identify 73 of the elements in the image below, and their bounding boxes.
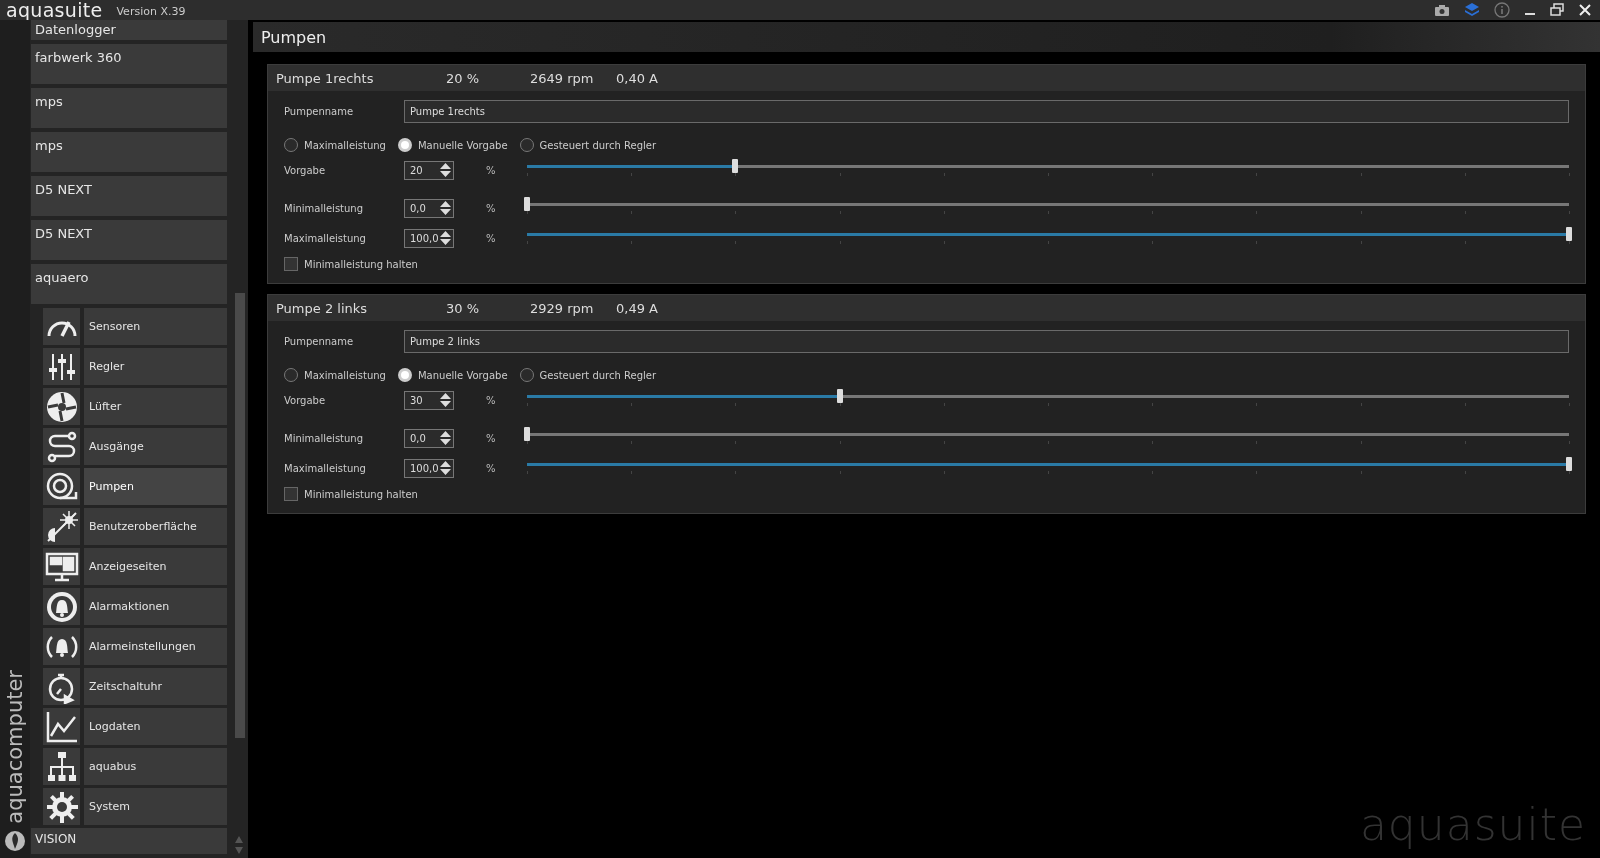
field-label: Pumpenname [284, 335, 355, 347]
number-spinner[interactable]: 20 [404, 160, 454, 180]
device-item[interactable]: Datenlogger [31, 20, 227, 40]
device-item[interactable]: D5 NEXT [31, 176, 227, 216]
pump-speed: 2649 rpm [530, 70, 595, 86]
pump-speed: 2929 rpm [530, 300, 595, 316]
field-label: Pumpenname [284, 105, 355, 117]
settings-icon[interactable] [44, 789, 79, 824]
number-spinner[interactable]: 30 [404, 390, 454, 410]
device-item[interactable]: D5 NEXT [31, 220, 227, 260]
close-icon[interactable] [1578, 3, 1592, 17]
pump-name: Pumpe 1rechts [276, 70, 375, 86]
sidebar-item[interactable]: Logdaten [84, 708, 227, 745]
sidebar-item[interactable]: Lüfter [84, 388, 227, 425]
app-name: aquasuite [6, 0, 103, 20]
unit-label: % [486, 462, 497, 474]
setting-label: Minimalleistung [284, 432, 365, 444]
checkbox[interactable]: Minimalleistung halten [284, 487, 418, 501]
info-icon[interactable] [1494, 2, 1510, 18]
setting-label: Vorgabe [284, 164, 327, 176]
sidebar-item[interactable]: Sensoren [84, 308, 227, 345]
device-item[interactable]: VISION [31, 828, 227, 854]
alarm-bell-icon[interactable] [44, 589, 79, 624]
pump-power: 20 % [446, 70, 481, 86]
setting-label: Maximalleistung [284, 232, 367, 244]
unit-label: % [486, 432, 497, 444]
sidebar-item[interactable]: Anzeigeseiten [84, 548, 227, 585]
camera-icon[interactable] [1434, 3, 1450, 17]
number-spinner[interactable]: 0,0 [404, 428, 454, 448]
pump-name-field[interactable]: Pumpe 2 links [404, 329, 1569, 353]
mode-radio[interactable]: Gesteuert durch Regler [519, 368, 657, 382]
unit-label: % [486, 394, 497, 406]
number-spinner[interactable]: 100,0 [404, 458, 454, 478]
pump-name: Pumpe 2 links [276, 300, 369, 316]
device-item[interactable]: aquaero [31, 264, 227, 304]
brand-logo-text: aquacomputer [3, 670, 27, 824]
layers-icon[interactable] [1464, 2, 1480, 18]
mode-radio[interactable]: Maximalleistung [284, 138, 386, 152]
unit-label: % [486, 164, 497, 176]
sidebar-item[interactable]: Pumpen [84, 468, 227, 505]
sidebar-item[interactable]: Ausgänge [84, 428, 227, 465]
sidebar-item[interactable]: Alarmeinstellungen [84, 628, 227, 665]
pump-power: 30 % [446, 300, 481, 316]
sidebar-item[interactable]: Regler [84, 348, 227, 385]
pump-current: 0,40 A [616, 70, 658, 86]
setting-label: Minimalleistung [284, 202, 365, 214]
number-spinner[interactable]: 0,0 [404, 198, 454, 218]
device-item[interactable]: mps [31, 132, 227, 172]
mode-radio[interactable]: Manuelle Vorgabe [397, 138, 508, 152]
line-chart-icon[interactable] [44, 709, 79, 744]
sidebar-item[interactable]: Alarmaktionen [84, 588, 227, 625]
fan-icon[interactable] [44, 389, 79, 424]
page-title: Pumpen [261, 27, 327, 47]
device-item[interactable]: mps [31, 88, 227, 128]
sidebar-item[interactable]: System [84, 788, 227, 825]
sidebar-item[interactable]: Benutzeroberfläche [84, 508, 227, 545]
sidebar-item[interactable]: aquabus [84, 748, 227, 785]
setting-label: Vorgabe [284, 394, 327, 406]
mode-radio[interactable]: Maximalleistung [284, 368, 386, 382]
pump-name-field[interactable]: Pumpe 1rechts [404, 99, 1569, 123]
checkbox[interactable]: Minimalleistung halten [284, 257, 418, 271]
device-item[interactable]: farbwerk 360 [31, 44, 227, 84]
mode-radio[interactable]: Manuelle Vorgabe [397, 368, 508, 382]
setting-label: Maximalleistung [284, 462, 367, 474]
sidebar-item[interactable]: Zeitschaltuhr [84, 668, 227, 705]
logo-icon [4, 830, 26, 852]
mode-radio[interactable]: Gesteuert durch Regler [519, 138, 657, 152]
version-label: Version X.39 [116, 5, 186, 18]
pump-current: 0,49 A [616, 300, 658, 316]
number-spinner[interactable]: 100,0 [404, 228, 454, 248]
unit-label: % [486, 232, 497, 244]
unit-label: % [486, 202, 497, 214]
restore-icon[interactable] [1550, 3, 1564, 17]
